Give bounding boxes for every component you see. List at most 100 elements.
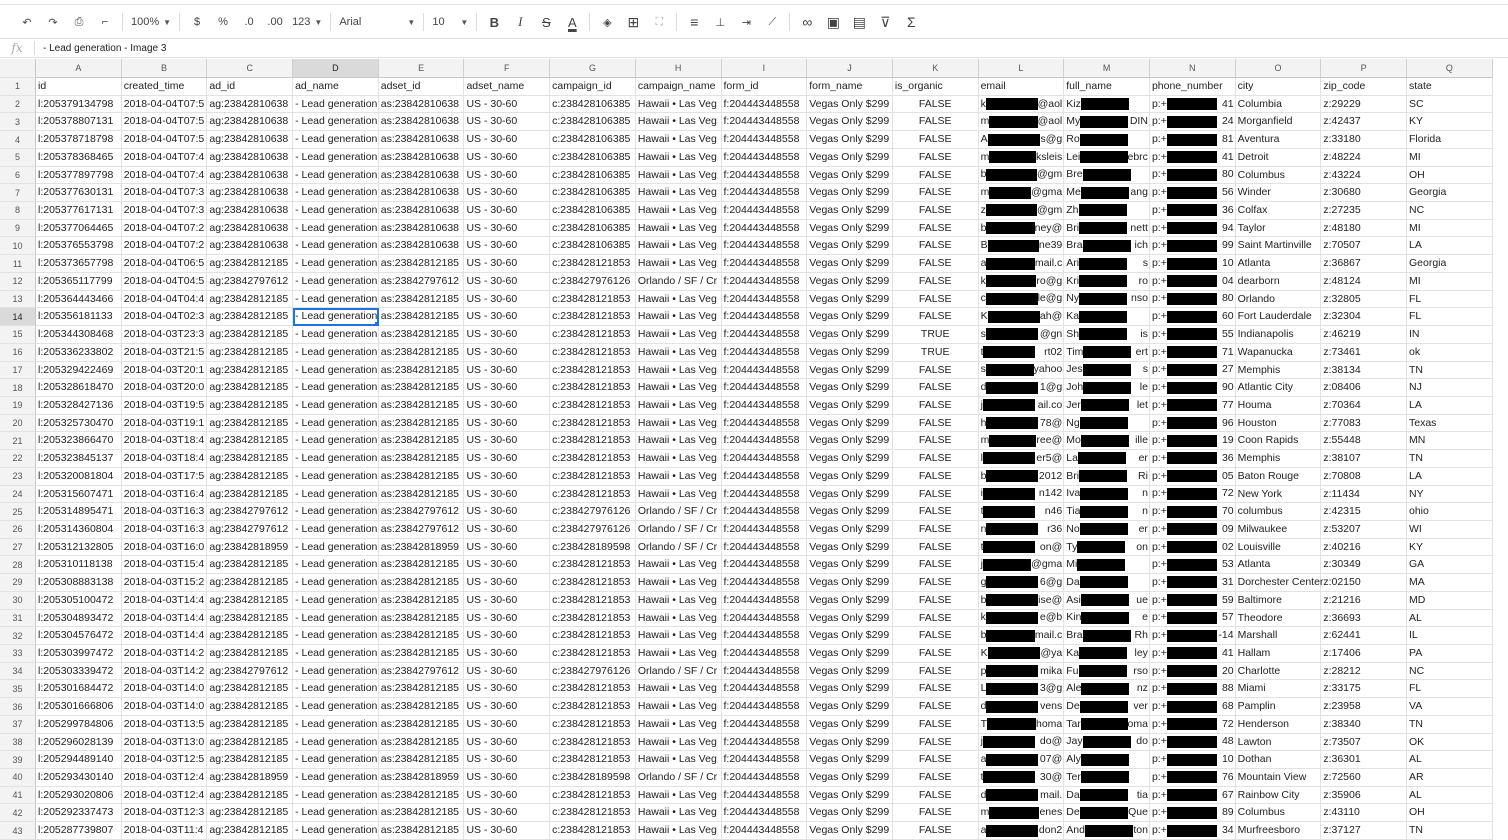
cell-email[interactable]: i n142 xyxy=(978,485,1065,504)
cell-state[interactable]: OH xyxy=(1407,166,1493,185)
cell-is-organic[interactable]: FALSE xyxy=(892,184,979,203)
cell-campaign-id[interactable]: c:238428121853 xyxy=(550,698,636,716)
cell-ad-name[interactable]: - Lead generation xyxy=(293,503,379,521)
cell-is-organic[interactable]: FALSE xyxy=(892,822,979,840)
cell-full-name[interactable]: Ny nso xyxy=(1064,290,1150,309)
cell-form-name[interactable]: Vegas Only $299 xyxy=(807,822,893,840)
cell-ad-name[interactable]: - Lead generation xyxy=(293,574,379,592)
cell-adset-id[interactable]: as:23842812185 xyxy=(378,556,465,575)
cell-city[interactable]: Saint Martinville xyxy=(1235,237,1322,256)
cell-full-name[interactable]: Tia n xyxy=(1064,503,1150,521)
header-cell-campaign-name[interactable]: campaign_name xyxy=(635,78,722,96)
row-number[interactable]: 27 xyxy=(0,538,36,557)
cell-form-name[interactable]: Vegas Only $299 xyxy=(807,645,893,663)
cell-phone-number[interactable]: p:+ 77 xyxy=(1149,396,1236,415)
cell-phone-number[interactable]: p:+ 04 xyxy=(1149,272,1236,291)
cell-state[interactable]: FL xyxy=(1407,308,1493,327)
cell-city[interactable]: Atlantic City xyxy=(1235,379,1322,397)
cell-form-id[interactable]: f:204443448558 xyxy=(721,396,808,415)
cell-campaign-id[interactable]: c:238428121853 xyxy=(550,290,636,309)
cell-phone-number[interactable]: p:+ 55 xyxy=(1149,326,1236,344)
cell-full-name[interactable]: Jes s xyxy=(1064,361,1150,380)
row-number[interactable]: 1 xyxy=(0,78,36,96)
cell-ad-name[interactable]: - Lead generation xyxy=(293,95,379,114)
cell-email[interactable]: p mika xyxy=(978,662,1065,681)
merge-cells-icon[interactable]: ⛶ xyxy=(647,11,671,33)
cell-ad-name[interactable]: - Lead generation xyxy=(293,715,379,734)
cell-form-id[interactable]: f:204443448558 xyxy=(721,450,808,468)
cell-ad-name[interactable]: - Lead generation xyxy=(293,308,379,327)
cell-adset-name[interactable]: US - 30-60 xyxy=(464,184,551,203)
row-number[interactable]: 10 xyxy=(0,237,36,256)
cell-form-id[interactable]: f:204443448558 xyxy=(721,822,808,840)
cell-city[interactable]: Lawton xyxy=(1235,733,1322,752)
cell-zip-code[interactable]: z:29229 xyxy=(1321,95,1407,114)
cell-ad-id[interactable]: ag:23842812185 xyxy=(207,467,294,486)
cell-campaign-name[interactable]: Hawaii • Las Veg xyxy=(635,414,722,433)
cell-is-organic[interactable]: FALSE xyxy=(892,432,979,451)
cell-full-name[interactable]: Tim ert xyxy=(1064,343,1150,362)
cell-email[interactable]: b mail.c xyxy=(978,627,1065,645)
cell-adset-id[interactable]: as:23842812185 xyxy=(378,733,465,752)
cell-email[interactable]: t rt02 xyxy=(978,343,1065,362)
cell-created-time[interactable]: 2018-04-03T18:4 xyxy=(121,450,208,468)
cell-form-id[interactable]: f:204443448558 xyxy=(721,184,808,203)
cell-form-id[interactable]: f:204443448558 xyxy=(721,255,808,273)
cell-ad-name[interactable]: - Lead generation xyxy=(293,627,379,645)
cell-created-time[interactable]: 2018-04-03T12:4 xyxy=(121,786,208,805)
cell-email[interactable]: a mail.c xyxy=(978,255,1065,273)
cell-campaign-id[interactable]: c:238428121853 xyxy=(550,733,636,752)
cell-form-id[interactable]: f:204443448558 xyxy=(721,113,808,132)
cell-state[interactable]: ok xyxy=(1407,343,1493,362)
cell-adset-name[interactable]: US - 30-60 xyxy=(464,432,551,451)
cell-ad-id[interactable]: ag:23842797612 xyxy=(207,520,294,539)
cell-campaign-name[interactable]: Hawaii • Las Veg xyxy=(635,609,722,628)
cell-city[interactable]: Winder xyxy=(1235,184,1322,203)
cell-ad-name[interactable]: - Lead generation xyxy=(293,379,379,397)
column-header-n[interactable]: N xyxy=(1149,59,1236,78)
cell-campaign-id[interactable]: c:238428106385 xyxy=(550,148,636,167)
row-number[interactable]: 17 xyxy=(0,361,36,380)
cell-ad-id[interactable]: ag:23842812185 xyxy=(207,485,294,504)
header-cell-email[interactable]: email xyxy=(978,78,1065,96)
vertical-align-icon[interactable]: ⊥ xyxy=(708,11,732,33)
row-number[interactable]: 20 xyxy=(0,414,36,433)
cell-id[interactable]: l:205301666806 xyxy=(36,698,122,716)
cell-id[interactable]: l:205356181133 xyxy=(36,308,122,327)
cell-zip-code[interactable]: z:42315 xyxy=(1321,503,1407,521)
cell-form-name[interactable]: Vegas Only $299 xyxy=(807,609,893,628)
cell-phone-number[interactable]: p:+ 56 xyxy=(1149,184,1236,203)
cell-full-name[interactable]: Kiz xyxy=(1064,95,1150,114)
cell-created-time[interactable]: 2018-04-03T14:2 xyxy=(121,645,208,663)
cell-form-id[interactable]: f:204443448558 xyxy=(721,574,808,592)
cell-email[interactable]: z @gm xyxy=(978,202,1065,220)
cell-city[interactable]: Wapanucka xyxy=(1235,343,1322,362)
cell-ad-name[interactable]: - Lead generation xyxy=(293,184,379,203)
cell-is-organic[interactable]: FALSE xyxy=(892,467,979,486)
cell-ad-id[interactable]: ag:23842812185 xyxy=(207,574,294,592)
percent-format-button[interactable]: % xyxy=(211,11,235,33)
cell-campaign-name[interactable]: Hawaii • Las Veg xyxy=(635,751,722,770)
cell-state[interactable]: AR xyxy=(1407,769,1493,787)
row-number[interactable]: 8 xyxy=(0,202,36,220)
cell-state[interactable]: AL xyxy=(1407,751,1493,770)
cell-adset-id[interactable]: as:23842812185 xyxy=(378,698,465,716)
cell-city[interactable]: Dothan xyxy=(1235,751,1322,770)
cell-ad-name[interactable]: - Lead generation xyxy=(293,414,379,433)
cell-city[interactable]: Memphis xyxy=(1235,450,1322,468)
cell-form-name[interactable]: Vegas Only $299 xyxy=(807,272,893,291)
cell-full-name[interactable]: Bra ich xyxy=(1064,237,1150,256)
cell-ad-id[interactable]: ag:23842812185 xyxy=(207,733,294,752)
cell-form-name[interactable]: Vegas Only $299 xyxy=(807,237,893,256)
cell-is-organic[interactable]: FALSE xyxy=(892,237,979,256)
cell-ad-id[interactable]: ag:23842797612 xyxy=(207,503,294,521)
cell-form-name[interactable]: Vegas Only $299 xyxy=(807,113,893,132)
column-header-f[interactable]: F xyxy=(464,59,551,78)
cell-campaign-name[interactable]: Hawaii • Las Veg xyxy=(635,131,722,149)
cell-adset-name[interactable]: US - 30-60 xyxy=(464,450,551,468)
cell-adset-name[interactable]: US - 30-60 xyxy=(464,131,551,149)
cell-adset-name[interactable]: US - 30-60 xyxy=(464,379,551,397)
cell-email[interactable]: m ksleis xyxy=(978,148,1065,167)
cell-created-time[interactable]: 2018-04-04T07:4 xyxy=(121,166,208,185)
cell-zip-code[interactable]: z:72560 xyxy=(1321,769,1407,787)
